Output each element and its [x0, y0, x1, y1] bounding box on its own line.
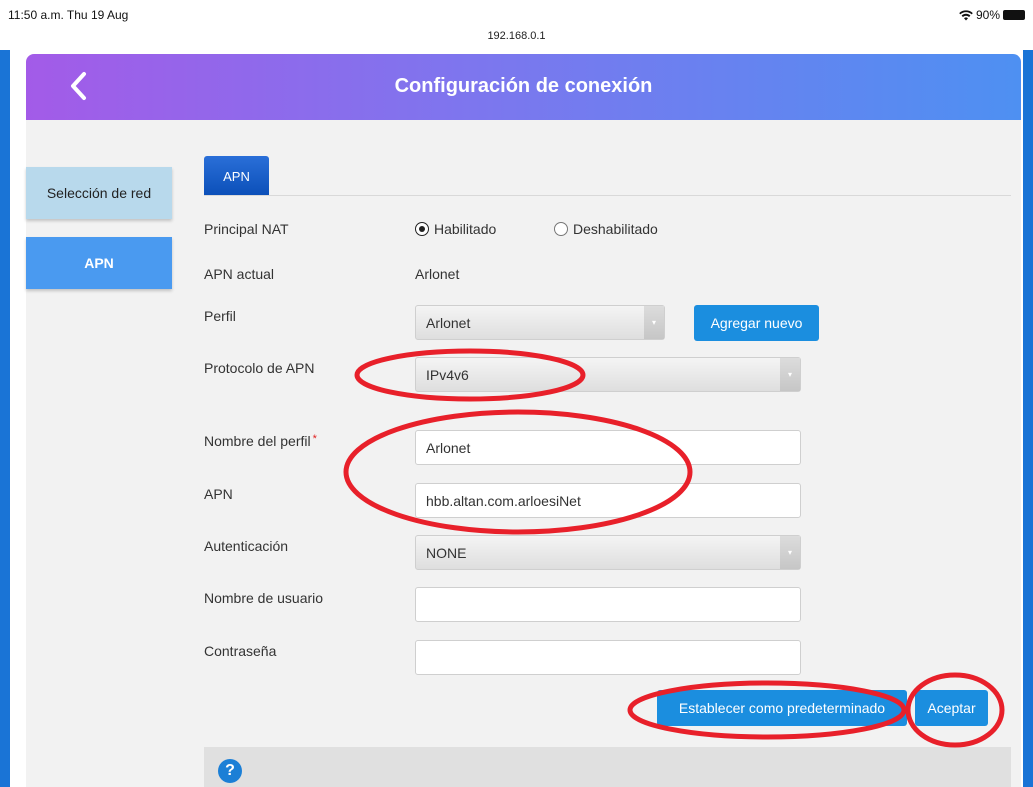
password-label: Contraseña	[204, 643, 277, 659]
profile-name-label: Nombre del perfil *	[204, 433, 317, 449]
accept-label: Aceptar	[927, 700, 976, 716]
help-icon[interactable]: ?	[218, 759, 242, 783]
status-bar: 11:50 a.m. Thu 19 Aug 192.168.0.1 90%	[0, 0, 1033, 50]
tab-apn[interactable]: APN	[204, 156, 269, 196]
profile-select-value: Arlonet	[426, 314, 471, 331]
tab-label: APN	[223, 168, 250, 184]
required-mark: *	[312, 433, 317, 445]
battery-icon	[1003, 10, 1025, 20]
page-header: Configuración de conexión	[26, 54, 1021, 120]
profile-name-field[interactable]: Arlonet	[415, 430, 801, 465]
page-title: Configuración de conexión	[394, 75, 653, 97]
help-bar: ?	[204, 747, 1011, 787]
help-glyph: ?	[225, 762, 235, 779]
sidebar-item-label: APN	[84, 255, 114, 271]
auth-select[interactable]: NONE ▾	[415, 535, 801, 570]
protocol-label: Protocolo de APN	[204, 360, 315, 376]
set-default-button[interactable]: Establecer como predeterminado	[657, 690, 907, 726]
nat-enabled-radio[interactable]: Habilitado	[415, 221, 496, 237]
auth-select-value: NONE	[426, 544, 467, 561]
tab-divider	[204, 195, 1011, 196]
profile-name-label-text: Nombre del perfil	[204, 433, 311, 449]
nat-disabled-radio[interactable]: Deshabilitado	[554, 221, 658, 237]
set-default-label: Establecer como predeterminado	[678, 700, 886, 716]
add-new-button[interactable]: Agregar nuevo	[694, 305, 819, 341]
username-field[interactable]	[415, 587, 801, 622]
status-time: 11:50 a.m. Thu 19 Aug	[8, 8, 129, 22]
current-apn-label: APN actual	[204, 266, 275, 282]
chevron-down-icon: ▾	[780, 536, 800, 569]
apn-field[interactable]: hbb.altan.com.arloesiNet	[415, 483, 801, 518]
username-label: Nombre de usuario	[204, 590, 324, 606]
auth-label: Autenticación	[204, 538, 289, 554]
status-right: 90%	[959, 8, 1025, 22]
radio-label: Deshabilitado	[573, 221, 658, 237]
radio-selected-icon	[415, 222, 429, 236]
radio-label: Habilitado	[434, 221, 497, 237]
profile-name-value: Arlonet	[426, 439, 471, 456]
profile-label: Perfil	[204, 308, 236, 324]
nat-label: Principal NAT	[204, 221, 289, 237]
chevron-down-icon: ▾	[644, 306, 664, 339]
address-url[interactable]: 192.168.0.1	[0, 30, 1033, 42]
sidebar-item-label: Selección de red	[46, 185, 152, 201]
wifi-icon	[959, 9, 973, 20]
protocol-select[interactable]: IPv4v6 ▾	[415, 357, 801, 392]
apn-label: APN	[204, 486, 233, 502]
battery-percent: 90%	[975, 8, 1000, 22]
radio-unselected-icon	[554, 222, 568, 236]
sidebar-item-network-selection[interactable]: Selección de red	[26, 167, 172, 219]
main-content: Selección de red APN APN Principal NAT H…	[26, 120, 1021, 787]
accept-button[interactable]: Aceptar	[915, 690, 988, 726]
profile-select[interactable]: Arlonet ▾	[415, 305, 665, 340]
current-apn-value: Arlonet	[415, 266, 460, 282]
apn-value: hbb.altan.com.arloesiNet	[426, 492, 581, 509]
chevron-down-icon: ▾	[780, 358, 800, 391]
protocol-select-value: IPv4v6	[426, 366, 469, 383]
add-new-label: Agregar nuevo	[710, 315, 803, 331]
sidebar-item-apn[interactable]: APN	[26, 237, 172, 289]
page: Configuración de conexión Selección de r…	[10, 50, 1023, 787]
password-field[interactable]	[415, 640, 801, 675]
